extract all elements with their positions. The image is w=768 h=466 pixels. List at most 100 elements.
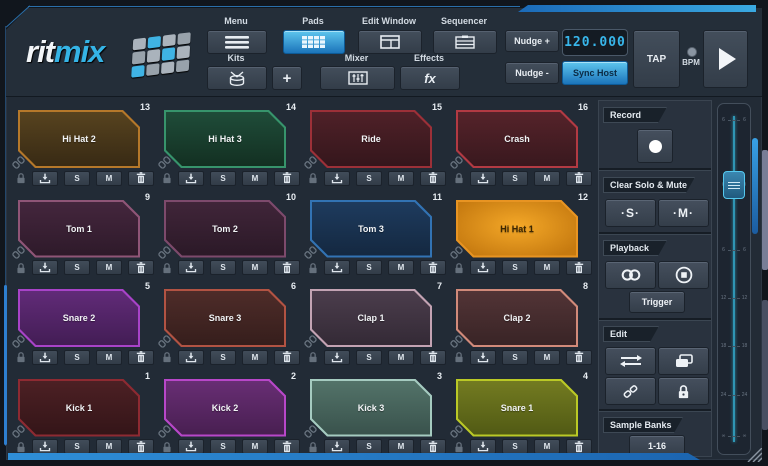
drum-pad[interactable]: Snare 2 xyxy=(18,289,140,347)
drum-pad[interactable]: Snare 3 xyxy=(164,289,286,347)
load-sample-button[interactable] xyxy=(178,260,204,275)
pad-lock-icon[interactable] xyxy=(308,441,318,453)
load-sample-button[interactable] xyxy=(324,439,350,454)
pad-solo-button[interactable]: S xyxy=(502,439,528,454)
pad-delete-button[interactable] xyxy=(566,171,592,186)
pad-solo-button[interactable]: S xyxy=(64,350,90,365)
pad-lock-icon[interactable] xyxy=(308,172,318,184)
pad-delete-button[interactable] xyxy=(566,350,592,365)
drum-pad[interactable]: Hi Hat 3 xyxy=(164,110,286,168)
pad-delete-button[interactable] xyxy=(274,439,300,454)
drum-pad[interactable]: Crash xyxy=(456,110,578,168)
pad-mute-button[interactable]: M xyxy=(96,171,122,186)
record-button[interactable] xyxy=(637,129,673,163)
pad-delete-button[interactable] xyxy=(566,439,592,454)
load-sample-button[interactable] xyxy=(470,439,496,454)
pad-mute-button[interactable]: M xyxy=(388,260,414,275)
pad-lock-icon[interactable] xyxy=(16,262,26,274)
pad-mute-button[interactable]: M xyxy=(242,171,268,186)
loop-button[interactable] xyxy=(605,261,656,289)
pad-lock-icon[interactable] xyxy=(162,172,172,184)
load-sample-button[interactable] xyxy=(470,260,496,275)
play-button[interactable] xyxy=(703,30,748,88)
pad-delete-button[interactable] xyxy=(420,260,446,275)
load-sample-button[interactable] xyxy=(324,171,350,186)
tempo-display[interactable]: 120.000 xyxy=(562,29,628,56)
clear-solo-button[interactable]: ·S· xyxy=(605,199,656,227)
drum-pad[interactable]: Hi Hat 2 xyxy=(18,110,140,168)
pad-solo-button[interactable]: S xyxy=(210,171,236,186)
pad-mute-button[interactable]: M xyxy=(242,439,268,454)
load-sample-button[interactable] xyxy=(470,171,496,186)
load-sample-button[interactable] xyxy=(324,350,350,365)
trigger-button[interactable]: Trigger xyxy=(629,291,685,313)
pad-lock-icon[interactable] xyxy=(308,351,318,363)
pad-delete-button[interactable] xyxy=(128,260,154,275)
pad-solo-button[interactable]: S xyxy=(64,171,90,186)
sequencer-button[interactable] xyxy=(433,30,497,54)
load-sample-button[interactable] xyxy=(32,439,58,454)
pad-delete-button[interactable] xyxy=(274,260,300,275)
drum-pad[interactable]: Clap 2 xyxy=(456,289,578,347)
load-sample-button[interactable] xyxy=(32,260,58,275)
load-sample-button[interactable] xyxy=(470,350,496,365)
drum-pad[interactable]: Kick 2 xyxy=(164,379,286,437)
pad-solo-button[interactable]: S xyxy=(356,171,382,186)
pad-lock-icon[interactable] xyxy=(308,262,318,274)
drum-pad[interactable]: Snare 1 xyxy=(456,379,578,437)
pad-lock-icon[interactable] xyxy=(162,441,172,453)
clear-mute-button[interactable]: ·M· xyxy=(658,199,709,227)
pad-solo-button[interactable]: S xyxy=(502,260,528,275)
pad-mute-button[interactable]: M xyxy=(96,350,122,365)
pad-solo-button[interactable]: S xyxy=(64,439,90,454)
pad-delete-button[interactable] xyxy=(274,171,300,186)
pad-solo-button[interactable]: S xyxy=(210,260,236,275)
pads-button[interactable] xyxy=(283,30,345,54)
pad-delete-button[interactable] xyxy=(420,439,446,454)
pad-solo-button[interactable]: S xyxy=(210,350,236,365)
master-fader[interactable]: 660066121218182424∞∞ xyxy=(717,103,751,455)
pad-mute-button[interactable]: M xyxy=(96,439,122,454)
pad-solo-button[interactable]: S xyxy=(64,260,90,275)
fader-handle[interactable] xyxy=(723,171,745,199)
mixer-button[interactable] xyxy=(320,66,395,90)
pad-lock-icon[interactable] xyxy=(454,262,464,274)
drum-pad[interactable]: Tom 2 xyxy=(164,200,286,258)
pad-delete-button[interactable] xyxy=(128,350,154,365)
drum-pad[interactable]: Tom 1 xyxy=(18,200,140,258)
edit-window-button[interactable] xyxy=(358,30,422,54)
pad-mute-button[interactable]: M xyxy=(242,350,268,365)
drum-pad[interactable]: Hi Hat 1 xyxy=(456,200,578,258)
pad-lock-icon[interactable] xyxy=(454,172,464,184)
copy-button[interactable] xyxy=(658,347,709,375)
pad-delete-button[interactable] xyxy=(420,350,446,365)
nudge-plus-button[interactable]: Nudge + xyxy=(505,30,559,52)
pad-delete-button[interactable] xyxy=(128,171,154,186)
drum-pad[interactable]: Kick 1 xyxy=(18,379,140,437)
pad-lock-icon[interactable] xyxy=(16,172,26,184)
resize-grip[interactable] xyxy=(744,448,762,462)
pad-mute-button[interactable]: M xyxy=(388,439,414,454)
pad-mute-button[interactable]: M xyxy=(96,260,122,275)
pad-delete-button[interactable] xyxy=(128,439,154,454)
effects-button[interactable]: fx xyxy=(400,66,460,90)
pad-mute-button[interactable]: M xyxy=(242,260,268,275)
add-kit-button[interactable]: + xyxy=(272,66,302,90)
pad-lock-icon[interactable] xyxy=(162,351,172,363)
pad-lock-icon[interactable] xyxy=(16,441,26,453)
pad-lock-icon[interactable] xyxy=(454,351,464,363)
pad-mute-button[interactable]: M xyxy=(534,260,560,275)
pad-solo-button[interactable]: S xyxy=(210,439,236,454)
lock-button[interactable] xyxy=(658,377,709,405)
drum-pad[interactable]: Kick 3 xyxy=(310,379,432,437)
pad-lock-icon[interactable] xyxy=(454,441,464,453)
pad-solo-button[interactable]: S xyxy=(356,260,382,275)
stop-button[interactable] xyxy=(658,261,709,289)
load-sample-button[interactable] xyxy=(178,350,204,365)
load-sample-button[interactable] xyxy=(178,171,204,186)
pad-mute-button[interactable]: M xyxy=(534,171,560,186)
pad-mute-button[interactable]: M xyxy=(388,171,414,186)
pad-delete-button[interactable] xyxy=(420,171,446,186)
kits-button[interactable] xyxy=(207,66,267,90)
sync-host-button[interactable]: Sync Host xyxy=(562,61,628,85)
